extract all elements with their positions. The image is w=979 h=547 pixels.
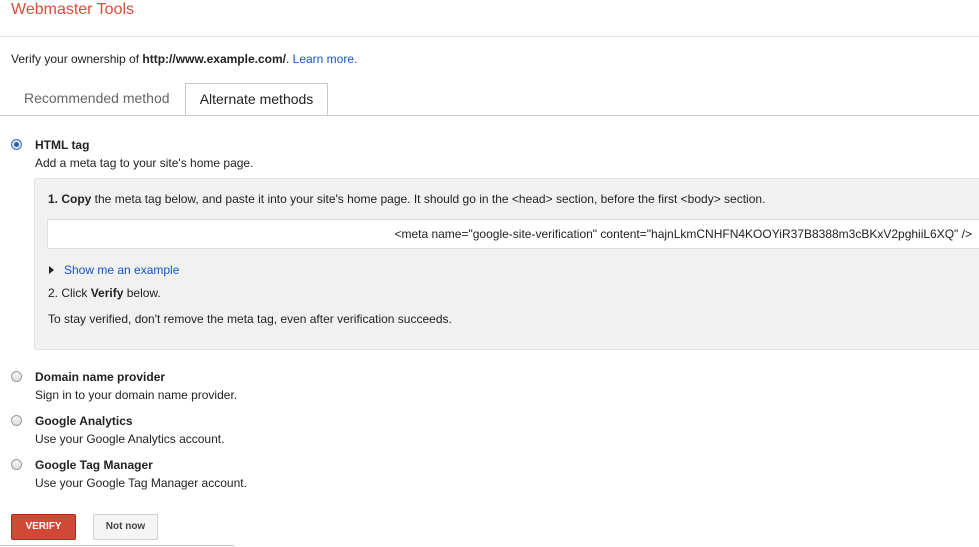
learn-more-link[interactable]: Learn more. xyxy=(293,52,358,66)
radio-google-tag-manager[interactable] xyxy=(11,459,22,470)
show-example-label: Show me an example xyxy=(64,263,180,277)
step2-suffix: below. xyxy=(123,286,161,300)
step1-text: 1. Copy the meta tag below, and paste it… xyxy=(48,191,765,207)
radio-html-tag[interactable] xyxy=(11,139,22,150)
radio-domain-name-provider[interactable] xyxy=(11,371,22,382)
option-google-analytics-description: Use your Google Analytics account. xyxy=(35,432,225,446)
verify-ownership-text: Verify your ownership of http://www.exam… xyxy=(11,51,357,67)
verify-prefix: Verify your ownership of xyxy=(11,52,143,66)
tab-alternate-methods[interactable]: Alternate methods xyxy=(185,83,328,115)
step2-text: 2. Click Verify below. xyxy=(48,285,161,301)
step2-bold: Verify xyxy=(90,286,124,300)
html-tag-instructions-panel: 1. Copy the meta tag below, and paste it… xyxy=(34,178,979,350)
option-domain-provider-description: Sign in to your domain name provider. xyxy=(35,388,238,402)
site-url: http://www.example.com/ xyxy=(142,52,286,66)
step1-rest: the meta tag below, and paste it into yo… xyxy=(91,192,766,206)
verify-suffix: . xyxy=(285,52,293,66)
verify-button[interactable]: VERIFY xyxy=(11,514,76,540)
divider xyxy=(0,545,234,546)
option-html-tag-description: Add a meta tag to your site's home page. xyxy=(35,156,254,170)
option-html-tag-title: HTML tag xyxy=(35,138,90,152)
option-domain-provider-title: Domain name provider xyxy=(35,370,166,384)
show-example-link[interactable]: Show me an example xyxy=(49,262,179,278)
option-tag-manager-title: Google Tag Manager xyxy=(35,458,153,472)
header-bar: Webmaster Tools xyxy=(0,0,979,37)
option-tag-manager-description: Use your Google Tag Manager account. xyxy=(35,476,247,490)
stay-verified-note: To stay verified, don't remove the meta … xyxy=(48,312,452,326)
app-title: Webmaster Tools xyxy=(11,1,135,18)
step2-prefix: 2. Click xyxy=(48,286,91,300)
option-google-analytics-title: Google Analytics xyxy=(35,414,133,428)
tab-recommended-method[interactable]: Recommended method xyxy=(12,83,182,114)
radio-google-analytics[interactable] xyxy=(11,415,22,426)
not-now-button[interactable]: Not now xyxy=(93,514,158,540)
expand-triangle-icon xyxy=(49,266,54,274)
method-tabs: Recommended method Alternate methods xyxy=(0,83,979,116)
meta-tag-field[interactable]: <meta name="google-site-verification" co… xyxy=(47,219,979,249)
step1-bold: 1. Copy xyxy=(48,192,92,206)
